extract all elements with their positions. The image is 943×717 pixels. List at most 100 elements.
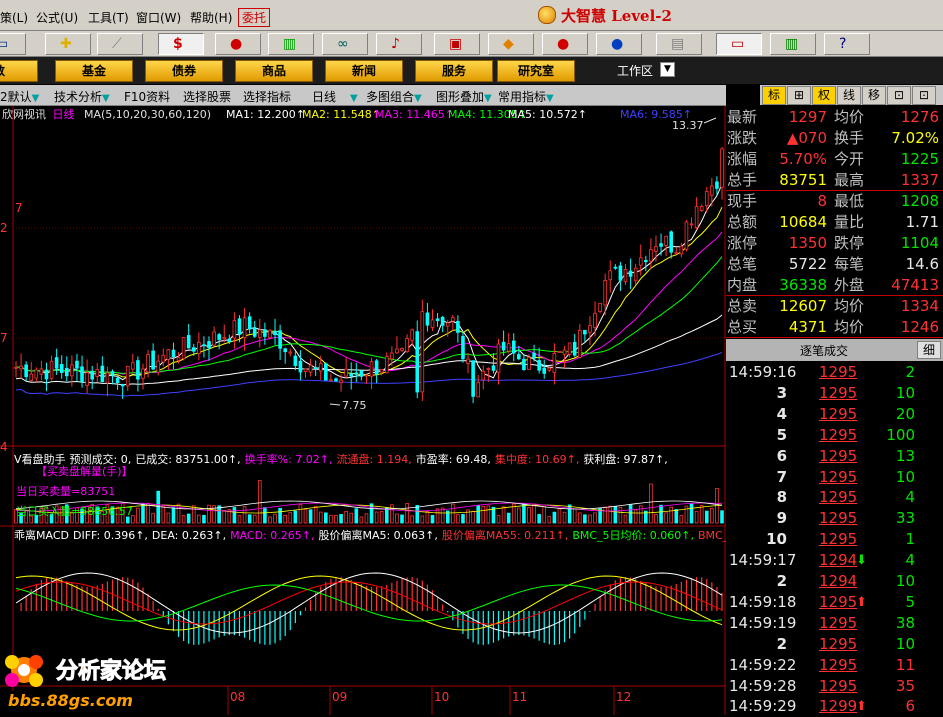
kline-chart[interactable]: 欣网视讯 日线 MA(5,10,20,30,60,120) MA1: 12.20… — [0, 106, 726, 715]
toolbar-diamond-button[interactable]: ◆ — [488, 33, 534, 55]
candle-body — [461, 335, 465, 360]
toolbar-crosshair-button[interactable]: ✚ — [45, 33, 91, 55]
nav-research-button[interactable]: 研究室 — [497, 60, 575, 82]
tab-move[interactable]: 移 — [862, 86, 886, 105]
toolbar-books-button[interactable]: ▥ — [770, 33, 816, 55]
volume-bar — [318, 511, 323, 524]
tick-price: 1295 — [819, 404, 858, 423]
quote-label: 总笔 — [727, 255, 758, 273]
subbar-default[interactable]: 2默认▼ — [0, 88, 39, 105]
volume-bar — [593, 512, 597, 524]
chevron-down-icon: ▼ — [102, 93, 110, 104]
tab-grid[interactable]: ⊞ — [787, 86, 811, 105]
nav-bond-button[interactable]: 债券 — [145, 60, 223, 82]
toolbar-bars-button[interactable]: ▥ — [268, 33, 314, 55]
candle-body — [649, 249, 653, 262]
quote-value: 8 — [817, 192, 827, 210]
candle-body — [232, 320, 237, 339]
nav-news-button[interactable]: 新闻 — [325, 60, 403, 82]
candle-body — [324, 363, 328, 381]
entrust-button[interactable]: 委托 — [238, 8, 271, 27]
tick-row: 8 1295 4 — [726, 487, 943, 508]
menu-item-strategy[interactable]: 策(L) — [0, 9, 28, 26]
tab-line[interactable]: 线 — [837, 86, 861, 105]
candle-body — [293, 355, 298, 366]
candle-body — [14, 366, 18, 369]
menu-item-help[interactable]: 帮助(H) — [190, 9, 232, 26]
candle-body — [257, 329, 262, 338]
candle-body — [70, 364, 74, 377]
quote-label: 总额 — [727, 213, 758, 231]
quote-value: 1225 — [900, 150, 939, 168]
subbar-default-label: 2默认 — [0, 90, 32, 104]
volume-bar — [146, 502, 150, 524]
workarea-dropdown[interactable]: ▼ — [660, 62, 675, 77]
toolbar-window-button[interactable]: ▭ — [716, 33, 762, 55]
subbar-select-indicator[interactable]: 选择指标 — [243, 88, 291, 105]
toolbar-binoculars-button[interactable]: ∞ — [322, 33, 368, 55]
candle-body — [125, 365, 130, 387]
quote-value: 1208 — [900, 192, 939, 210]
candle-body — [501, 341, 506, 351]
quote-value: 83751 — [779, 171, 827, 189]
candle-body — [608, 270, 613, 281]
menu-item-formula[interactable]: 公式(U) — [36, 9, 78, 26]
volume-note-buy: 当日买入量=58856.57 — [16, 504, 133, 518]
volume-bar — [151, 512, 155, 524]
menu-item-window[interactable]: 窗口(W) — [136, 9, 181, 26]
toolbar-alarm-button[interactable]: ♪ — [376, 33, 422, 55]
volume-bar — [694, 510, 699, 524]
tick-seq: 6 — [776, 446, 787, 465]
volume-bar — [222, 510, 227, 524]
subbar-tech-analysis[interactable]: 技术分析▼ — [54, 88, 110, 105]
subbar-overlay[interactable]: 图形叠加▼ — [436, 88, 492, 105]
toolbar-keyboard-button[interactable]: ▭ — [0, 33, 26, 55]
tick-row: 14:59:28 1295 35 — [726, 676, 943, 697]
candle-body — [694, 206, 699, 228]
candle-body — [227, 338, 232, 343]
candle-body — [710, 185, 714, 196]
tab-expand[interactable]: ⊡ — [912, 86, 936, 105]
nav-commodity-button[interactable]: 商品 — [235, 60, 313, 82]
candle-body — [405, 338, 409, 353]
candle-body — [222, 337, 227, 340]
subbar-f10[interactable]: F10资料 — [124, 88, 170, 105]
volume-bar — [197, 514, 201, 524]
toolbar-board-button[interactable]: ▣ — [434, 33, 480, 55]
toolbar-dollar-button[interactable]: $ — [158, 33, 204, 55]
subbar-multi-chart[interactable]: 多图组合▼ — [366, 88, 422, 105]
nav-data-button[interactable]: 数 — [0, 60, 38, 82]
toolbar-ruler-button[interactable]: ⟋ — [97, 33, 143, 55]
candle-body — [542, 367, 547, 374]
tick-detail-button[interactable]: 细 — [917, 341, 941, 359]
toolbar-print-button[interactable]: ▤ — [656, 33, 702, 55]
tab-rights[interactable]: 权 — [812, 86, 836, 105]
subbar-select-stock[interactable]: 选择股票 — [183, 88, 231, 105]
toolbar-signal-button[interactable]: ● — [215, 33, 261, 55]
volume-bar — [171, 507, 176, 524]
tab-mark[interactable]: 标 — [762, 86, 786, 105]
candle-body — [430, 319, 435, 328]
candle-body — [90, 370, 94, 380]
tab-window[interactable]: ⊡ — [887, 86, 911, 105]
subbar-daily[interactable]: 日线 ▼ — [312, 88, 358, 105]
volume-bar — [207, 504, 211, 524]
volume-bar — [329, 514, 333, 524]
quote-row: 涨跌 ▲070 换手 7.02% — [726, 128, 943, 149]
volume-note-title: 【买卖盘解量(手)】 — [36, 464, 133, 478]
volume-bar — [542, 506, 547, 524]
toolbar-help-button[interactable]: ? — [824, 33, 870, 55]
toolbar-info-button[interactable]: ● — [596, 33, 642, 55]
toolbar-refresh-button[interactable]: ● — [542, 33, 588, 55]
menu-item-tools[interactable]: 工具(T) — [88, 9, 129, 26]
candle-body — [278, 330, 282, 349]
subbar-common-indicator[interactable]: 常用指标▼ — [498, 88, 554, 105]
tick-row: 3 1295 10 — [726, 383, 943, 404]
quote-label: 今开 — [834, 150, 865, 168]
brand-logo-icon — [538, 6, 556, 24]
tick-seq: 10 — [766, 530, 787, 549]
nav-service-button[interactable]: 服务 — [415, 60, 493, 82]
nav-fund-button[interactable]: 基金 — [55, 60, 133, 82]
dollar-icon: $ — [173, 36, 183, 52]
quote-divider — [726, 190, 943, 191]
